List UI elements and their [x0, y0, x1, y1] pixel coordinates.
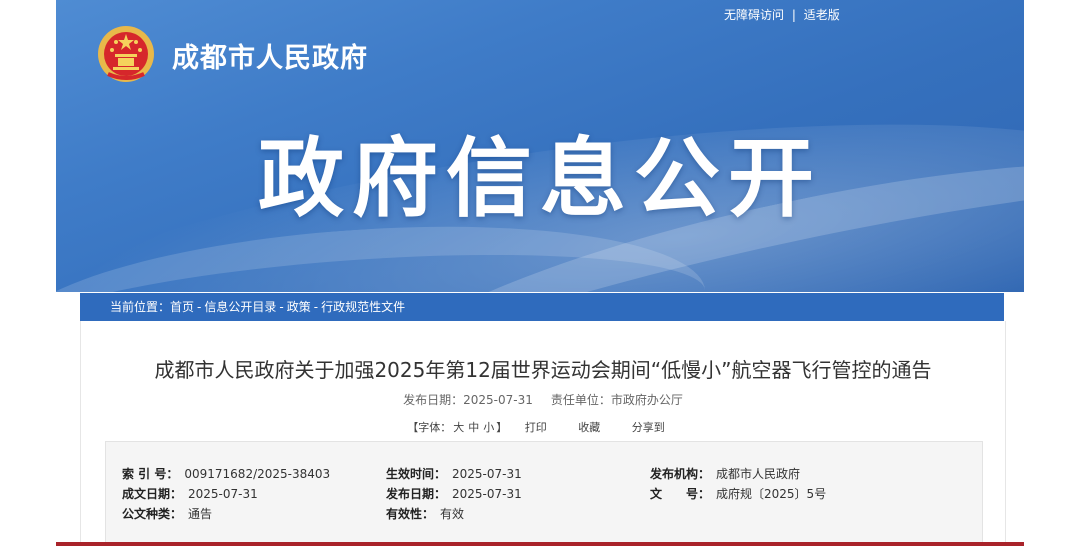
article-title: 成都市人民政府关于加强2025年第12届世界运动会期间“低慢小”航空器飞行管控的… [154, 358, 932, 382]
info-issuer-label: 发布机构： [650, 467, 711, 481]
publish-date-value: 2025-07-31 [463, 393, 533, 407]
font-size-control: 【字体：大中小】 [407, 421, 507, 434]
breadcrumb: 当前位置：首页 - 信息公开目录 - 政策 - 行政规范性文件 [80, 293, 1004, 321]
info-effective-time: 生效时间： 2025-07-31 [386, 465, 522, 482]
responsible-unit-label: 责任单位： [550, 393, 611, 407]
info-written-date-value: 2025-07-31 [188, 487, 258, 501]
top-links-separator: | [791, 8, 796, 22]
info-publish-date: 发布日期： 2025-07-31 [386, 485, 522, 502]
info-effective-time-value: 2025-07-31 [452, 467, 522, 481]
top-links: 无障碍访问 | 适老版 [724, 6, 840, 23]
print-button[interactable]: 打印 [525, 421, 547, 434]
elder-mode-link[interactable]: 适老版 [804, 8, 840, 22]
national-emblem-icon[interactable] [96, 24, 156, 84]
article-tools: 【字体：大中小】 打印 收藏 分享到 [81, 419, 1005, 435]
info-doc-number: 文 号： 成府规〔2025〕5号 [650, 485, 826, 502]
info-doc-number-value: 成府规〔2025〕5号 [716, 487, 827, 501]
info-effective-time-label: 生效时间： [386, 467, 447, 481]
breadcrumb-separator: - [313, 300, 319, 314]
info-publish-date-value: 2025-07-31 [452, 487, 522, 501]
bottom-accent-line [56, 542, 1024, 546]
share-button[interactable]: 分享到 [632, 421, 665, 434]
info-index: 索 引 号： 009171682/2025-38403 [122, 465, 330, 482]
info-doc-type-label: 公文种类： [122, 507, 183, 521]
info-written-date: 成文日期： 2025-07-31 [122, 485, 258, 502]
breadcrumb-separator: - [279, 300, 284, 314]
info-issuer-value: 成都市人民政府 [716, 467, 801, 481]
accessible-access-link[interactable]: 无障碍访问 [724, 8, 784, 22]
info-validity: 有效性： 有效 [386, 505, 464, 522]
info-doc-number-label: 文 号： [650, 487, 711, 501]
info-validity-value: 有效 [440, 507, 465, 521]
font-size-medium[interactable]: 中 [468, 421, 479, 434]
site-title[interactable]: 成都市人民政府 [172, 36, 368, 75]
header-banner: 无障碍访问 | 适老版 成都市人民政府 政府信息公开 [56, 0, 1024, 292]
info-issuer: 发布机构： 成都市人民政府 [650, 465, 800, 482]
breadcrumb-item-home[interactable]: 首页 [170, 300, 194, 314]
info-written-date-label: 成文日期： [122, 487, 183, 501]
font-label-open: 【字体： [407, 421, 452, 434]
font-size-small[interactable]: 小 [483, 421, 494, 434]
article-meta: 发布日期：2025-07-31 责任单位：市政府办公厅 [81, 391, 1005, 408]
breadcrumb-item-normative-docs[interactable]: 行政规范性文件 [321, 300, 405, 314]
document-info-table: 索 引 号： 009171682/2025-38403 生效时间： 2025-07-… [105, 441, 983, 545]
breadcrumb-item-catalog[interactable]: 信息公开目录 [204, 300, 276, 314]
font-size-large[interactable]: 大 [453, 421, 464, 434]
publish-date-label: 发布日期： [403, 393, 464, 407]
info-index-label: 索 引 号： [122, 467, 179, 481]
favorite-button[interactable]: 收藏 [578, 421, 600, 434]
banner-title: 政府信息公开 [258, 129, 822, 229]
article-panel: 成都市人民政府关于加强2025年第12届世界运动会期间“低慢小”航空器飞行管控的… [80, 321, 1006, 545]
info-doc-type: 公文种类： 通告 [122, 505, 212, 522]
info-index-value: 009171682/2025-38403 [184, 467, 331, 481]
responsible-unit-value: 市政府办公厅 [610, 393, 683, 407]
breadcrumb-item-policy[interactable]: 政策 [287, 300, 311, 314]
font-label-close: 】 [496, 421, 508, 434]
info-publish-date-label: 发布日期： [386, 487, 447, 501]
info-validity-label: 有效性： [386, 507, 435, 521]
breadcrumb-separator: - [197, 300, 202, 314]
info-doc-type-value: 通告 [188, 507, 213, 521]
breadcrumb-prefix: 当前位置： [110, 300, 171, 314]
